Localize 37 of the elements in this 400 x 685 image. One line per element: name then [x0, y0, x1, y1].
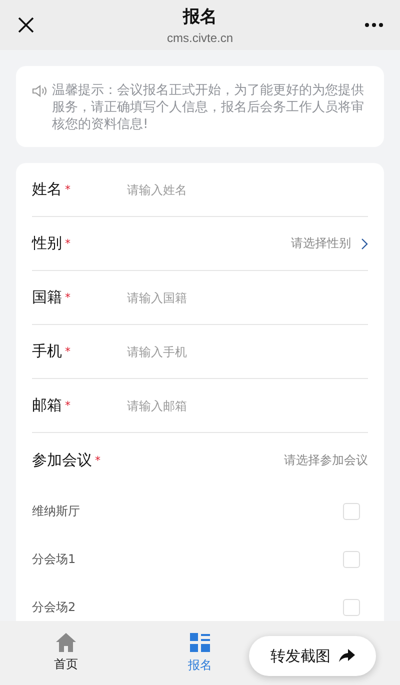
- grid-list-icon: [190, 632, 210, 652]
- select-field[interactable]: 请选择参加会议: [284, 452, 368, 468]
- notice-text: 温馨提示：会议报名正式开始，为了能更好的为您提供服务，请正确填写个人信息，报名后会务工作人员将审核您的资料信息!: [52, 82, 365, 133]
- nav-tab[interactable]: 报名: [150, 621, 250, 685]
- close-icon: [17, 16, 35, 34]
- option-label: 维纳斯厅: [32, 502, 80, 520]
- more-icon: [364, 22, 384, 28]
- home-icon: [56, 633, 76, 652]
- input-field[interactable]: 请输入手机: [127, 344, 368, 358]
- field-label: 性别: [32, 234, 62, 253]
- required-mark: *: [95, 454, 100, 466]
- speaker-icon: [32, 84, 48, 98]
- share-button[interactable]: 转发截图: [249, 636, 376, 676]
- checkbox[interactable]: [343, 550, 360, 568]
- nav-tab[interactable]: 首页: [16, 621, 116, 685]
- field-label: 手机: [32, 342, 62, 361]
- field-label: 参加会议: [32, 450, 92, 470]
- input-field[interactable]: 请输入国籍: [127, 290, 368, 304]
- required-mark: *: [65, 237, 70, 250]
- page-title: 报名: [183, 6, 217, 28]
- required-mark: *: [65, 291, 70, 304]
- field-label: 国籍: [32, 288, 62, 307]
- required-mark: *: [65, 345, 70, 358]
- page-domain: cms.civte.cn: [166, 31, 233, 45]
- option-label: 分会场2: [32, 598, 76, 616]
- option-label: 分会场1: [32, 550, 76, 568]
- input-field[interactable]: 请输入姓名: [127, 182, 368, 196]
- select-field[interactable]: 请选择性别: [291, 235, 368, 252]
- checkbox[interactable]: [343, 502, 360, 520]
- input-field[interactable]: 请输入邮箱: [127, 398, 368, 412]
- checkbox[interactable]: [343, 598, 360, 616]
- required-mark: *: [65, 183, 70, 196]
- field-label: 姓名: [32, 180, 62, 199]
- required-mark: *: [65, 399, 70, 412]
- chevron-right-icon: [361, 238, 368, 250]
- share-icon: [338, 649, 354, 663]
- field-label: 邮箱: [32, 396, 62, 415]
